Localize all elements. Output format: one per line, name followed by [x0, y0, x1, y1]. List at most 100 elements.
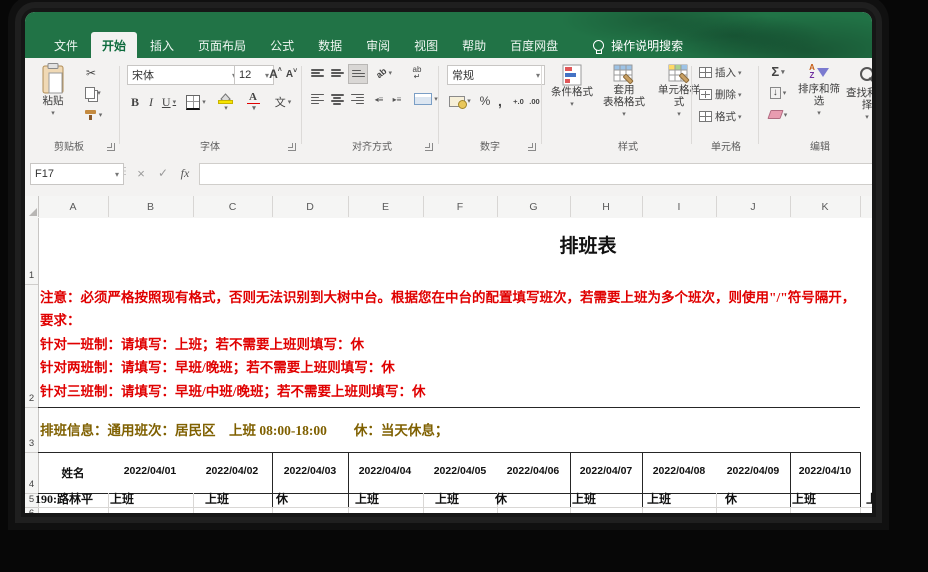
tab-home[interactable]: 开始 — [91, 32, 137, 58]
tab-formulas[interactable]: 公式 — [259, 32, 305, 58]
shift-cell[interactable]: 上班 — [572, 493, 596, 506]
number-format-select[interactable]: 常规 ▾ — [447, 65, 545, 85]
tab-view[interactable]: 视图 — [403, 32, 449, 58]
enter-button[interactable]: ✓ — [153, 163, 173, 183]
row-header-6[interactable]: 6 — [25, 508, 38, 513]
shift-cell[interactable]: 上班 — [792, 493, 816, 506]
align-left-button[interactable] — [308, 92, 326, 107]
phonetic-guide-button[interactable]: 文 — [271, 94, 295, 110]
date-header-cell[interactable]: 2022/04/10 — [799, 465, 852, 477]
number-dialog-launcher[interactable] — [528, 143, 536, 151]
date-header-cell[interactable]: 2022/04/01 — [124, 465, 177, 477]
shift-cell[interactable]: 休 — [495, 493, 507, 506]
format-painter-button[interactable] — [80, 108, 106, 122]
select-all-corner[interactable] — [25, 196, 39, 217]
sort-filter-button[interactable]: AZ 排序和筛选 — [797, 64, 841, 120]
align-right-button[interactable] — [348, 92, 366, 107]
date-header-cell[interactable]: 2022/04/02 — [206, 465, 259, 477]
increase-indent-button[interactable]: ▸≡ — [389, 92, 405, 107]
align-center-button[interactable] — [328, 92, 346, 107]
tab-page-layout[interactable]: 页面布局 — [187, 32, 257, 58]
column-header-d[interactable]: D — [272, 196, 349, 217]
column-header-h[interactable]: H — [570, 196, 643, 217]
merge-center-button[interactable] — [413, 91, 439, 107]
shift-cell[interactable]: 休 — [276, 493, 288, 506]
column-header-e[interactable]: E — [348, 196, 424, 217]
format-cells-button[interactable]: 格式 — [699, 109, 751, 124]
alignment-dialog-launcher[interactable] — [425, 143, 433, 151]
font-name-select[interactable]: 宋体 ▾ — [127, 65, 241, 85]
decrease-decimal-button[interactable]: .00 — [527, 92, 542, 110]
row-header-3[interactable]: 3 — [25, 438, 38, 449]
column-header-f[interactable]: F — [423, 196, 498, 217]
tab-insert[interactable]: 插入 — [139, 32, 185, 58]
tab-review[interactable]: 审阅 — [355, 32, 401, 58]
name-header-cell[interactable]: 姓名 — [62, 465, 85, 481]
tab-data[interactable]: 数据 — [307, 32, 353, 58]
underline-button[interactable]: U — [159, 94, 179, 110]
wrap-text-button[interactable]: ab↵ — [406, 64, 428, 82]
date-header-cell[interactable]: 2022/04/07 — [580, 465, 633, 477]
align-top-button[interactable] — [308, 66, 326, 81]
increase-decimal-button[interactable]: +.0 — [511, 92, 526, 110]
comma-button[interactable]: , — [494, 92, 506, 110]
format-as-table-button[interactable]: 套用 表格格式 — [599, 64, 649, 121]
fill-button[interactable]: ↓ — [765, 85, 791, 100]
find-select-button[interactable]: 查找和选择 — [845, 64, 872, 124]
autosum-button[interactable]: Σ — [765, 64, 791, 79]
tab-file[interactable]: 文件 — [43, 32, 89, 58]
cell-styles-button[interactable]: 单元格样式 — [653, 64, 705, 121]
fill-color-button[interactable] — [213, 92, 237, 112]
row-header-1[interactable]: 1 — [25, 270, 38, 281]
schedule-info-cell[interactable]: 排班信息：通用班次：居民区 上班 08:00-18:00 休：当天休息； — [40, 419, 448, 439]
row-header-4[interactable]: 4 — [25, 479, 38, 490]
borders-button[interactable] — [185, 94, 207, 110]
tab-baidu-netdisk[interactable]: 百度网盘 — [499, 32, 569, 58]
orientation-button[interactable]: ab — [371, 64, 397, 82]
shift-cell[interactable]: 上班 — [355, 493, 379, 506]
shift-cell[interactable]: 上班 — [435, 493, 459, 506]
notice-block[interactable]: 注意：必须严格按照现有格式，否则无法识别到大树中台。根据您在中台的配置填写班次，… — [40, 286, 872, 403]
date-header-cell[interactable]: 2022/04/04 — [359, 465, 412, 477]
date-header-cell[interactable]: 2022/04/03 — [284, 465, 337, 477]
column-header-j[interactable]: J — [716, 196, 791, 217]
clipboard-dialog-launcher[interactable] — [107, 143, 115, 151]
delete-cells-button[interactable]: 删除 — [699, 87, 751, 102]
row-header-2[interactable]: 2 — [25, 393, 38, 404]
date-header-cell[interactable]: 2022/04/08 — [653, 465, 706, 477]
shift-cell[interactable]: 上班 — [205, 493, 229, 506]
clear-button[interactable] — [765, 107, 791, 122]
date-header-cell[interactable]: 2022/04/05 — [434, 465, 487, 477]
conditional-formatting-button[interactable]: 条件格式 — [549, 64, 595, 111]
align-bottom-button[interactable] — [348, 64, 368, 84]
column-header-c[interactable]: C — [193, 196, 273, 217]
shift-cell[interactable]: 休 — [725, 493, 737, 506]
cancel-button[interactable]: × — [131, 163, 151, 183]
employee-name-cell[interactable]: 190:路林平 — [35, 493, 93, 506]
decrease-indent-button[interactable]: ◂≡ — [371, 92, 387, 107]
column-header-g[interactable]: G — [497, 196, 571, 217]
tell-me-search[interactable]: 操作说明搜索 — [593, 32, 683, 58]
copy-button[interactable] — [80, 86, 106, 100]
column-header-b[interactable]: B — [108, 196, 194, 217]
name-box-drag-handle[interactable]: ⋮ — [120, 166, 129, 177]
date-header-cell[interactable]: 2022/04/09 — [727, 465, 780, 477]
align-middle-button[interactable] — [328, 66, 346, 81]
font-dialog-launcher[interactable] — [288, 143, 296, 151]
shift-cell[interactable]: 上班 — [866, 493, 872, 506]
column-header-k[interactable]: K — [790, 196, 861, 217]
bold-button[interactable]: B — [128, 94, 142, 110]
shift-cell[interactable]: 上班 — [110, 493, 134, 506]
insert-cells-button[interactable]: 插入 — [699, 65, 751, 80]
cut-button[interactable]: ✂ — [80, 66, 102, 80]
percent-button[interactable]: % — [477, 92, 493, 110]
date-header-cell[interactable]: 2022/04/06 — [507, 465, 560, 477]
tab-help[interactable]: 帮助 — [451, 32, 497, 58]
accounting-format-button[interactable] — [447, 92, 473, 110]
sheet-title[interactable]: 排班表 — [559, 231, 616, 258]
column-header-i[interactable]: I — [642, 196, 717, 217]
column-header-partial[interactable] — [860, 196, 872, 217]
grow-font-button[interactable]: A˄ — [268, 65, 283, 83]
column-header-a[interactable]: A — [38, 196, 109, 217]
font-color-button[interactable]: A — [241, 92, 265, 112]
